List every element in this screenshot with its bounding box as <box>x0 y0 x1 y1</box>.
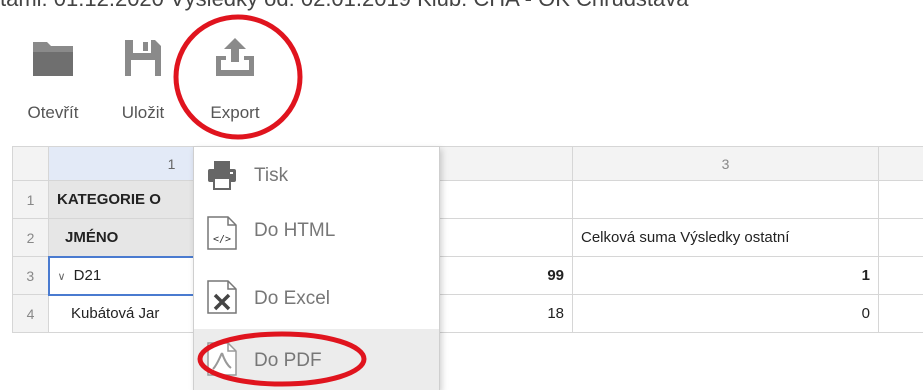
table-row: 4 Kubátová Jar 18 0 <box>12 294 923 333</box>
export-dropdown-menu: Tisk </> Do HTML Do Excel Do PDF <box>193 146 440 390</box>
table-cell[interactable]: 0 <box>572 294 879 333</box>
group-label: D21 <box>73 267 102 284</box>
excel-file-icon <box>206 279 238 315</box>
table-row: 3 ∨ D21 99 1 <box>12 255 923 296</box>
table-row: 2 JMÉNO edky oficiální Celková suma Výsl… <box>12 218 923 257</box>
column-header-4[interactable] <box>878 146 923 181</box>
floppy-disk-icon <box>121 36 165 80</box>
menu-item-print[interactable]: Tisk <box>194 147 439 205</box>
menu-item-pdf[interactable]: Do PDF <box>194 329 439 390</box>
table-cell[interactable] <box>878 180 923 219</box>
column-header-3[interactable]: 3 <box>572 146 879 181</box>
table-cell[interactable] <box>878 256 923 295</box>
table-row: 1 KATEGORIE O <box>12 180 923 219</box>
table-cell[interactable]: 1 <box>572 256 879 295</box>
menu-item-label: Tisk <box>254 165 289 186</box>
save-button[interactable]: Uložit <box>110 36 176 136</box>
chevron-down-icon[interactable]: ∨ <box>58 270 70 283</box>
export-button[interactable]: Export <box>194 36 276 136</box>
data-grid: 1 3 1 KATEGORIE O 2 JMÉNO edky oficiální… <box>12 146 923 390</box>
pdf-file-icon <box>206 341 238 377</box>
row-header[interactable]: 1 <box>12 180 49 219</box>
svg-text:</>: </> <box>213 234 231 245</box>
menu-item-label: Do PDF <box>254 350 322 371</box>
table-cell[interactable] <box>572 180 879 219</box>
menu-item-label: Do HTML <box>254 220 336 241</box>
html-file-icon: </> <box>206 215 238 251</box>
table-cell[interactable] <box>878 294 923 333</box>
printer-icon <box>206 159 238 195</box>
column-header-row: 1 3 <box>12 146 923 181</box>
export-upload-icon <box>213 36 257 80</box>
table-cell[interactable] <box>878 218 923 257</box>
open-button[interactable]: Otevřít <box>10 36 96 136</box>
save-label: Uložit <box>121 103 165 122</box>
table-cell[interactable]: Celková suma Výsledky ostatní <box>572 218 879 257</box>
export-label: Export <box>210 103 260 122</box>
corner-cell[interactable] <box>12 146 49 181</box>
menu-item-html[interactable]: </> Do HTML <box>194 205 439 263</box>
row-header[interactable]: 2 <box>12 218 49 257</box>
page-title: tami: 01.12.2020 Výsledky od: 02.01.2019… <box>0 0 689 12</box>
row-header[interactable]: 4 <box>12 294 49 333</box>
folder-icon <box>31 36 75 80</box>
open-label: Otevřít <box>27 103 79 122</box>
menu-item-label: Do Excel <box>254 288 331 309</box>
row-header[interactable]: 3 <box>12 256 49 295</box>
menu-item-excel[interactable]: Do Excel <box>194 271 439 329</box>
